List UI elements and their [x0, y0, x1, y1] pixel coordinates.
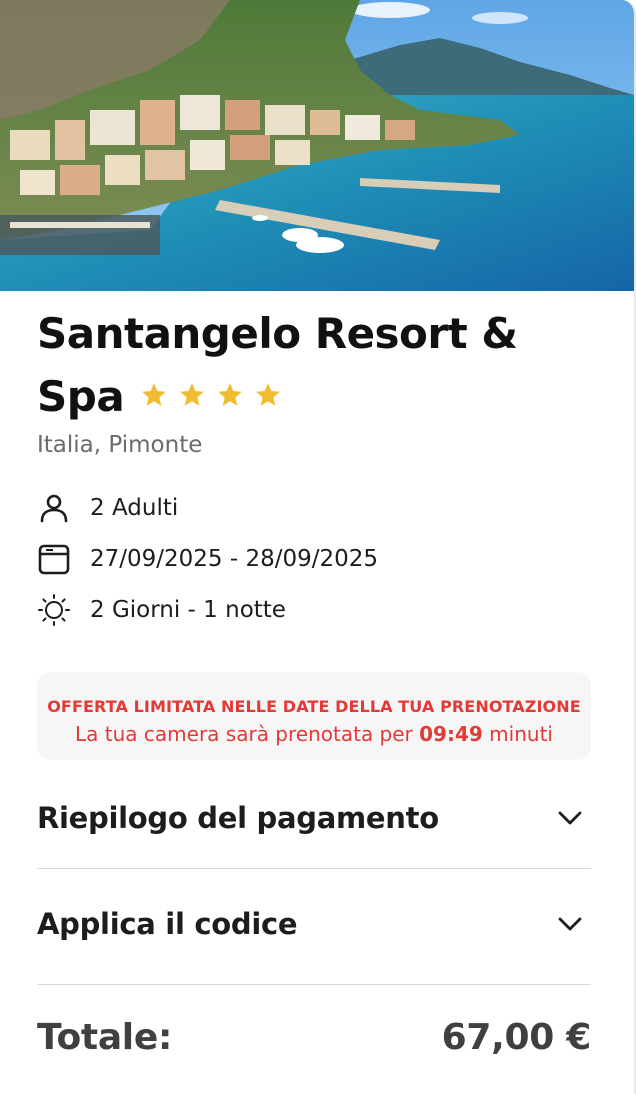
payment-summary-label: Riepilogo del pagamento	[37, 801, 439, 835]
guests-row: 2 Adulti	[37, 491, 178, 525]
guests-text: 2 Adulti	[90, 495, 179, 521]
star-icon	[256, 383, 281, 406]
booking-summary-card: Santangelo Resort & Spa Italia, Pimonte …	[0, 0, 636, 1094]
star-icon	[180, 383, 205, 406]
chevron-down-icon[interactable]	[555, 909, 585, 939]
total-row: Totale: 67,00 €	[37, 1010, 591, 1064]
hotel-photo	[0, 0, 634, 291]
dates-row: 27/09/2025 - 28/09/2025	[37, 542, 378, 576]
offer-countdown-text: La tua camera sarà prenotata per 09:49 m…	[37, 722, 591, 746]
offer-text-before: La tua camera sarà prenotata per	[75, 722, 413, 746]
offer-countdown-timer: 09:49	[419, 722, 483, 746]
sun-icon	[37, 593, 71, 627]
offer-headline: OFFERTA LIMITATA NELLE DATE DELLA TUA PR…	[47, 697, 581, 716]
chevron-down-icon[interactable]	[555, 803, 585, 833]
divider	[37, 868, 591, 869]
dates-text: 27/09/2025 - 28/09/2025	[90, 546, 379, 572]
calendar-icon	[37, 542, 71, 576]
duration-text: 2 Giorni - 1 notte	[90, 597, 286, 623]
total-label: Totale:	[37, 1016, 173, 1058]
divider	[37, 984, 591, 985]
star-icon	[218, 383, 243, 406]
duration-row: 2 Giorni - 1 notte	[37, 593, 286, 627]
star-icon	[142, 383, 167, 406]
offer-text-after: minuti	[489, 722, 553, 746]
hotel-name: Santangelo Resort & Spa	[37, 302, 597, 441]
apply-code-label: Applica il codice	[37, 907, 298, 941]
payment-summary-toggle[interactable]: Riepilogo del pagamento	[37, 788, 591, 848]
apply-code-toggle[interactable]: Applica il codice	[37, 894, 591, 954]
hotel-location: Italia, Pimonte	[37, 432, 203, 458]
total-value: 67,00 €	[441, 1016, 592, 1058]
limited-offer-banner: OFFERTA LIMITATA NELLE DATE DELLA TUA PR…	[37, 672, 591, 760]
person-icon	[37, 491, 71, 525]
